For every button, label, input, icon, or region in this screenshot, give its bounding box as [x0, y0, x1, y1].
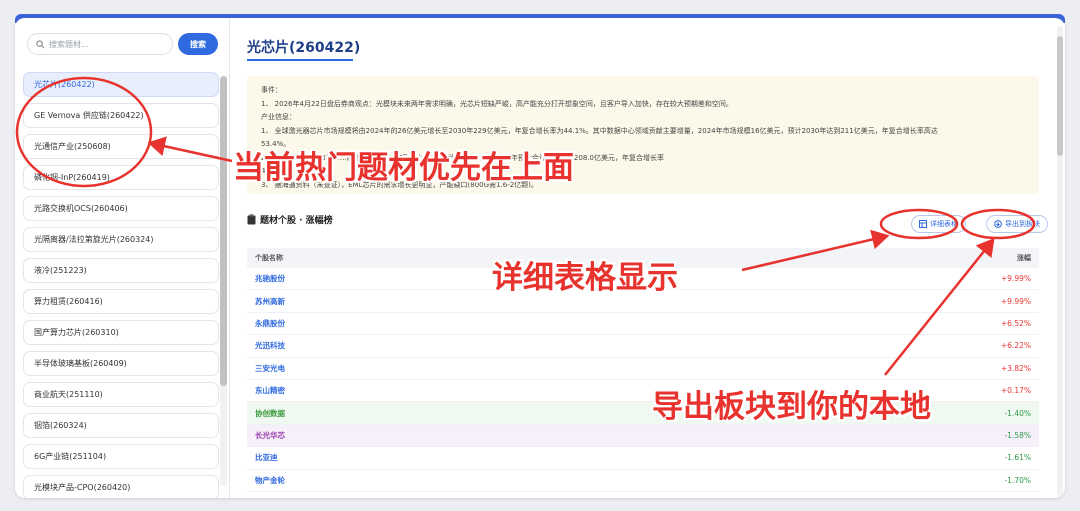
stock-name-link[interactable]: 协创数据	[255, 408, 285, 419]
export-label: 导出到板块	[1005, 220, 1040, 228]
info-line: 1、 2026年4月22日盘后券商观点：光模块未来两年需求明确，光芯片短缺严峻，…	[261, 99, 733, 108]
title-underline	[247, 59, 353, 61]
main-scrollbar[interactable]	[1057, 26, 1063, 496]
stock-change: +9.99%	[1000, 296, 1031, 306]
sidebar-topic-item[interactable]: 光芯片(260422)	[23, 72, 219, 97]
topic-list: 光芯片(260422) GE Vernova 供应链(260422) 光通信产业(2…	[23, 72, 219, 498]
sidebar-topic-item[interactable]: 商业航天(251110)	[23, 382, 219, 407]
stock-change: -1.70%	[1004, 475, 1031, 485]
sidebar-topic-item[interactable]: 算力租赁(260416)	[23, 289, 219, 314]
stock-name-link[interactable]: 苏州高新	[255, 296, 285, 307]
stock-change: -1.58%	[1004, 430, 1031, 440]
stock-name-link[interactable]: 三安光电	[255, 363, 285, 374]
sidebar: 搜索 光芯片(260422) GE Vernova 供应链(260422) 光通信产…	[15, 18, 230, 498]
search-button[interactable]: 搜索	[178, 33, 218, 55]
sidebar-topic-item[interactable]: 光通信产业(250608)	[23, 134, 219, 159]
sidebar-topic-item[interactable]: 光隔离器/法拉第旋光片(260324)	[23, 227, 219, 252]
annotation-detail-table: 详细表格显示	[492, 260, 678, 296]
table-body: 兆驰股份 +9.99% 苏州高新 +9.99% 永鼎股份 +6.52% 光迅科技 +6.22%…	[247, 268, 1039, 492]
search-icon	[36, 39, 45, 48]
detail-table-button[interactable]: 详细表格	[911, 215, 966, 233]
search-box[interactable]	[27, 33, 173, 55]
stock-change: +0.17%	[1000, 386, 1031, 396]
info-line: 事件：	[261, 86, 282, 94]
table-row[interactable]: 物产金轮 -1.70%	[247, 470, 1039, 492]
stock-name-link[interactable]: 物产金轮	[255, 475, 285, 486]
clipboard-icon	[247, 214, 256, 225]
sidebar-topic-item[interactable]: 光模块产品-CPO(260420)	[23, 475, 219, 498]
annotation-export-local: 导出板块到你的本地	[652, 389, 931, 425]
sidebar-topic-item[interactable]: 铟箔(260324)	[23, 413, 219, 438]
table-icon	[919, 220, 927, 228]
info-line: 1、 全球激光器芯片市场规模将由2024年的26亿美元增长至2030年229亿美…	[261, 126, 938, 135]
stock-change: +6.52%	[1000, 318, 1031, 328]
sidebar-topic-item[interactable]: 半导体玻璃基板(260409)	[23, 351, 219, 376]
table-row[interactable]: 光迅科技 +6.22%	[247, 335, 1039, 358]
page-title: 光芯片(260422)	[247, 40, 361, 56]
sidebar-topic-item[interactable]: 6G产业链(251104)	[23, 444, 219, 469]
detail-table-label: 详细表格	[930, 220, 958, 228]
stock-name-link[interactable]: 兆驰股份	[255, 273, 285, 284]
search-input[interactable]	[49, 39, 159, 49]
col-name-header: 个股名称	[255, 254, 283, 262]
table-row[interactable]: 长光华芯 -1.58%	[247, 424, 1039, 448]
section-title: 题材个股 · 涨幅榜	[260, 216, 333, 226]
sidebar-topic-item[interactable]: 国产算力芯片(260310)	[23, 320, 219, 345]
stock-change: -1.40%	[1004, 408, 1031, 418]
col-change-header: 涨幅	[1017, 254, 1031, 262]
sidebar-scrollbar[interactable]	[220, 76, 227, 486]
stock-change: +6.22%	[1000, 341, 1031, 351]
table-row[interactable]: 永鼎股份 +6.52%	[247, 313, 1039, 336]
sidebar-topic-item[interactable]: 磷化铟-InP(260419)	[23, 165, 219, 190]
sidebar-topic-item[interactable]: 光路交换机OCS(260406)	[23, 196, 219, 221]
stock-change: +3.82%	[1000, 363, 1031, 373]
stock-name-link[interactable]: 比亚迪	[255, 452, 278, 463]
annotation-hot-topics: 当前热门题材优先在上面	[233, 150, 574, 186]
export-button[interactable]: 导出到板块	[986, 215, 1048, 233]
main-scroll-thumb[interactable]	[1057, 36, 1063, 156]
table-row[interactable]: 三安光电 +3.82%	[247, 358, 1039, 380]
info-line: 产业信息：	[261, 113, 296, 121]
table-row[interactable]: 比亚迪 -1.61%	[247, 447, 1039, 470]
sidebar-scroll-thumb[interactable]	[220, 76, 227, 386]
stock-name-link[interactable]: 永鼎股份	[255, 318, 285, 329]
sidebar-topic-item[interactable]: GE Vernova 供应链(260422)	[23, 103, 219, 128]
stock-change: +9.99%	[1000, 274, 1031, 284]
stock-name-link[interactable]: 光迅科技	[255, 340, 285, 351]
stock-change: -1.61%	[1004, 453, 1031, 463]
section-header: 题材个股 · 涨幅榜	[247, 213, 333, 226]
stock-name-link[interactable]: 东山精密	[255, 385, 285, 396]
sidebar-topic-item[interactable]: 液冷(251223)	[23, 258, 219, 283]
stock-name-link[interactable]: 长光华芯	[255, 430, 285, 441]
export-icon	[994, 220, 1002, 228]
